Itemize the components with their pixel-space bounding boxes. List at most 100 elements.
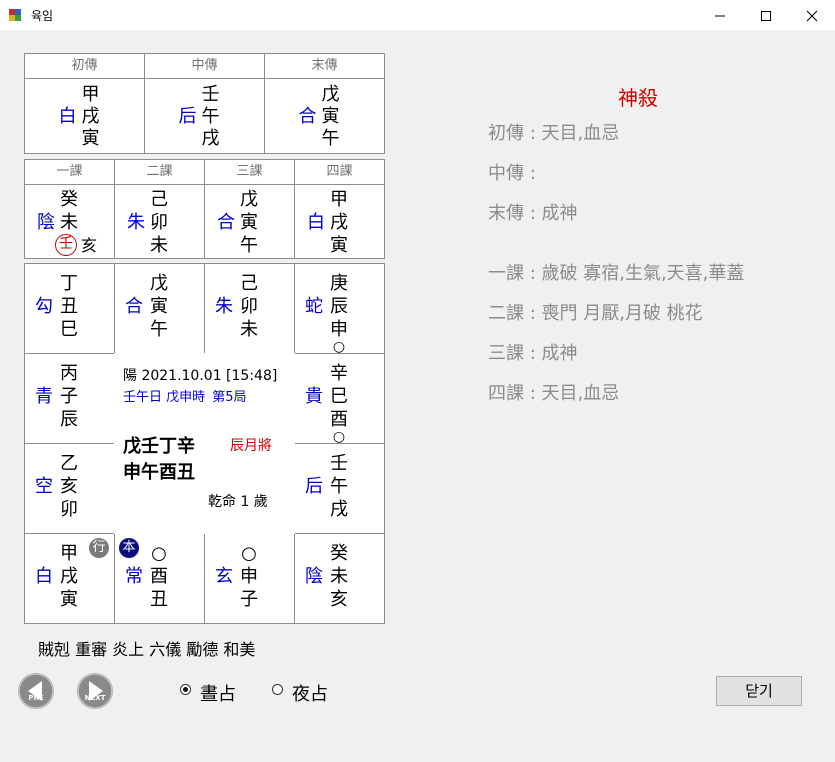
board-stem: 己: [240, 273, 258, 294]
shensha-line-zhongchuan: 中傳 :: [488, 163, 536, 184]
board-branch: 酉: [150, 566, 168, 587]
transmission-cell: 初傳甲白戌寅: [24, 53, 145, 154]
board-branch: 巳: [330, 386, 348, 407]
board-cell: 庚蛇辰申 ○: [294, 263, 385, 355]
board-lower: 亥: [330, 589, 348, 610]
lesson-top: 癸: [60, 189, 78, 210]
stems-text: 戊壬丁辛: [123, 436, 195, 457]
lesson-bot: 午: [240, 235, 258, 256]
transmission-header: 中傳: [145, 54, 264, 79]
shensha-line-lesson4: 四課 : 天目,血忌: [488, 383, 620, 404]
next-label: NEXT: [84, 694, 106, 702]
board-general: 合: [125, 296, 143, 317]
transmission-general: 白: [58, 106, 77, 127]
close-icon: [806, 10, 818, 21]
pre-button[interactable]: PRE: [18, 673, 54, 709]
board-lower: 未: [240, 319, 258, 340]
board-general: 玄: [215, 566, 233, 587]
board-branch: 未: [330, 566, 348, 587]
board-general: 后: [305, 476, 323, 497]
lesson-general: 合: [217, 212, 235, 233]
board-lower: 辰: [60, 409, 78, 430]
board-stem: 庚: [330, 273, 348, 294]
transmission-cell: 中傳壬后午戌: [144, 53, 265, 154]
pattern-text: 賊剋 重審 炎上 六儀 勵德 和美: [38, 640, 256, 659]
next-button[interactable]: NEXT: [77, 673, 113, 709]
day-hour-text: 壬午日 戊申時 第5局: [123, 386, 247, 405]
board-general: 白: [35, 566, 53, 587]
day-radio-label[interactable]: 晝占: [200, 680, 236, 706]
lesson-general: 陰: [37, 212, 55, 233]
shensha-title: 神殺: [618, 86, 658, 110]
ben-badge: 本: [119, 538, 139, 558]
transmission-mid: 寅: [321, 106, 340, 127]
board-branch: 申: [240, 566, 258, 587]
transmission-cell: 末傳戊合寅午: [264, 53, 385, 154]
board-general: 蛇: [305, 296, 323, 317]
transmission-header: 末傳: [265, 54, 384, 79]
play-left-icon: [18, 673, 54, 709]
shensha-line-mochuan: 末傳 : 成神: [488, 203, 578, 224]
maximize-button[interactable]: [743, 0, 789, 30]
board-cell: 丙青子辰: [24, 353, 115, 444]
board-stem: 辛: [330, 363, 348, 384]
board-branch: 子: [60, 386, 78, 407]
app-icon: [9, 9, 21, 21]
board-cell: 癸陰未亥: [294, 533, 385, 624]
transmission-bot: 午: [321, 128, 340, 149]
board-general: 貴: [305, 386, 323, 407]
lesson-cell: 二課己朱卯未: [114, 159, 205, 259]
lesson-header: 一課: [25, 160, 114, 185]
transmission-top: 戊: [321, 84, 340, 105]
board-general: 常: [125, 566, 143, 587]
board-stem: 甲: [60, 543, 78, 564]
board-stem: 丙: [60, 363, 78, 384]
transmission-general: 合: [298, 106, 317, 127]
lesson-bot-circled: 壬: [55, 234, 77, 256]
lesson-top: 己: [150, 189, 168, 210]
board-general: 青: [35, 386, 53, 407]
board-stem: 癸: [330, 543, 348, 564]
transmission-top: 甲: [81, 84, 100, 105]
lesson-general: 朱: [127, 212, 145, 233]
board-center: 陽 2021.10.01 [15:48] 壬午日 戊申時 第5局 戊壬丁辛 辰月…: [114, 353, 295, 534]
board-branch: 卯: [240, 296, 258, 317]
board-lower: 巳: [60, 319, 78, 340]
close-dialog-button[interactable]: 닫기: [716, 676, 802, 706]
night-radio[interactable]: [272, 684, 283, 695]
board-stem: ○: [151, 543, 167, 564]
day-radio[interactable]: [180, 684, 191, 695]
lesson-header: 四課: [295, 160, 384, 185]
board-cell: ○ 常酉丑 本: [114, 533, 205, 624]
radio-dot-icon: [183, 687, 188, 692]
lesson-top: 甲: [330, 189, 348, 210]
xing-badge: 行: [89, 538, 109, 558]
shensha-line-lesson3: 三課 : 成神: [488, 343, 578, 364]
board-cell: 辛貴巳酉 ○: [294, 353, 385, 445]
board-cell: 己朱卯未: [204, 263, 295, 354]
lesson-header: 二課: [115, 160, 204, 185]
month-general-text: 辰月將: [230, 438, 272, 454]
board-branch: 辰: [330, 296, 348, 317]
close-window-button[interactable]: [789, 0, 835, 30]
day-text: 壬午日 戊申時: [123, 390, 206, 405]
date-text: 陽 2021.10.01 [15:48]: [123, 368, 278, 384]
board-branch: 午: [330, 476, 348, 497]
minimize-button[interactable]: [697, 0, 743, 30]
board-lower: 戌: [330, 499, 348, 520]
pre-label: PRE: [28, 694, 44, 702]
shensha-line-chuchuan: 初傳 : 天目,血忌: [488, 123, 620, 144]
lesson-general: 白: [307, 212, 325, 233]
board-cell: 甲白戌寅 行: [24, 533, 115, 624]
board-cell: 壬后午戌: [294, 443, 385, 534]
board-cell: 乙空亥卯: [24, 443, 115, 534]
board-cell: 戊合寅午: [114, 263, 205, 354]
night-radio-label[interactable]: 夜占: [292, 680, 328, 706]
age-text: 乾命 1 歲: [208, 494, 268, 510]
board-cell: ○ 玄申子: [204, 533, 295, 624]
lesson-mid: 未: [60, 212, 78, 233]
shensha-line-lesson2: 二課 : 喪門 月厭,月破 桃花: [488, 303, 703, 324]
lesson-cell: 三課戊合寅午: [204, 159, 295, 259]
transmission-bot: 戌: [201, 128, 220, 149]
board-cell: 丁勾丑巳: [24, 263, 115, 354]
